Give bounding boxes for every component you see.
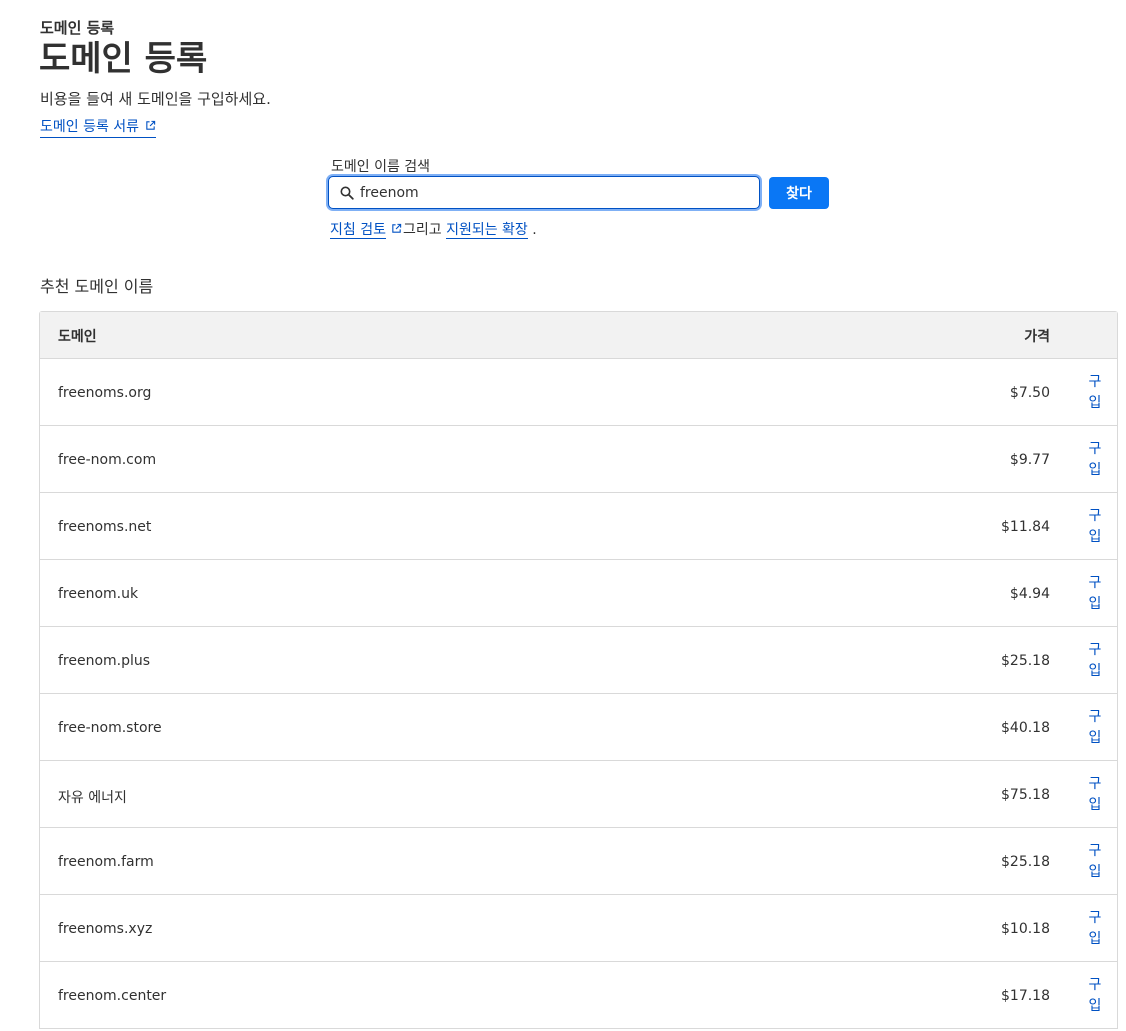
buy-link[interactable]: 구입: [1088, 707, 1102, 749]
domain-name-cell: freenom.uk: [58, 586, 139, 602]
guidelines-link[interactable]: 지침 검토: [330, 222, 386, 239]
domain-name-cell: freenoms.org: [58, 385, 152, 401]
table-row: free-nom.store $40.18 구입: [40, 694, 1117, 761]
domain-name-cell: freenom.plus: [58, 653, 151, 669]
buy-link[interactable]: 구입: [1088, 439, 1102, 481]
domain-search-box[interactable]: [328, 176, 760, 209]
domain-price-cell: $25.18: [1001, 653, 1050, 669]
buy-link[interactable]: 구입: [1088, 975, 1102, 1017]
table-row: freenom.center $17.18 구입: [40, 962, 1117, 1029]
domain-name-cell: freenom.farm: [58, 854, 154, 870]
column-header-price: 가격: [1024, 329, 1050, 345]
buy-link[interactable]: 구입: [1088, 372, 1102, 414]
external-link-icon: [392, 223, 402, 233]
registration-docs-link[interactable]: 도메인 등록 서류: [40, 118, 157, 138]
hint-period: .: [532, 222, 537, 238]
table-row: freenom.uk $4.94 구입: [40, 560, 1117, 627]
domain-price-cell: $9.77: [1009, 452, 1050, 468]
breadcrumb[interactable]: 도메인 등록: [40, 17, 114, 38]
page-title: 도메인 등록: [39, 39, 208, 79]
search-hint: 지침 검토 그리고 지원되는 확장 .: [330, 219, 537, 239]
domain-search-label: 도메인 이름 검색: [331, 159, 431, 175]
domain-search-input[interactable]: [360, 177, 750, 208]
suggested-domains-title: 추천 도메인 이름: [40, 277, 154, 296]
table-header: 도메인 가격: [40, 312, 1117, 359]
table-row: freenoms.xyz $10.18 구입: [40, 895, 1117, 962]
table-row: freenoms.net $11.84 구입: [40, 493, 1117, 560]
supported-extensions-link[interactable]: 지원되는 확장: [446, 222, 528, 239]
domain-price-cell: $40.18: [1001, 720, 1050, 736]
domain-name-cell: freenom.center: [58, 988, 167, 1004]
domain-price-cell: $11.84: [1001, 519, 1050, 535]
registration-docs-link-label: 도메인 등록 서류: [40, 119, 140, 135]
page-subtitle: 비용을 들여 새 도메인을 구입하세요.: [40, 90, 271, 108]
table-row: 자유 에너지 $75.18 구입: [40, 761, 1117, 828]
search-icon: [340, 186, 354, 200]
table-row: freenom.plus $25.18 구입: [40, 627, 1117, 694]
table-row: free-nom.com $9.77 구입: [40, 426, 1117, 493]
domain-price-cell: $4.94: [1009, 586, 1050, 602]
column-header-domain: 도메인: [58, 329, 97, 345]
domain-price-cell: $25.18: [1001, 854, 1050, 870]
search-button[interactable]: 찾다: [769, 177, 829, 209]
suggested-domains-table: 도메인 가격 freenoms.org $7.50 구입 free-nom.com $9…: [39, 311, 1118, 1029]
domain-price-cell: $17.18: [1001, 988, 1050, 1004]
buy-link[interactable]: 구입: [1088, 841, 1102, 883]
domain-price-cell: $10.18: [1001, 921, 1050, 937]
buy-link[interactable]: 구입: [1088, 774, 1102, 816]
domain-name-cell: free-nom.com: [58, 452, 157, 468]
hint-connector-text: 그리고: [402, 222, 442, 238]
domain-name-cell: 자유 에너지: [58, 790, 127, 806]
domain-name-cell: freenoms.net: [58, 519, 152, 535]
buy-link[interactable]: 구입: [1088, 506, 1102, 548]
domain-name-cell: freenoms.xyz: [58, 921, 153, 937]
buy-link[interactable]: 구입: [1088, 573, 1102, 615]
domain-price-cell: $7.50: [1009, 385, 1050, 401]
buy-link[interactable]: 구입: [1088, 908, 1102, 950]
table-row: freenom.farm $25.18 구입: [40, 828, 1117, 895]
domain-registration-page: 도메인 등록 도메인 등록 비용을 들여 새 도메인을 구입하세요. 도메인 등…: [0, 0, 1126, 1031]
table-row: freenoms.org $7.50 구입: [40, 359, 1117, 426]
table-body: freenoms.org $7.50 구입 free-nom.com $9.77 구입 fr…: [40, 359, 1117, 1029]
domain-name-cell: free-nom.store: [58, 720, 162, 736]
buy-link[interactable]: 구입: [1088, 640, 1102, 682]
domain-price-cell: $75.18: [1001, 787, 1050, 803]
external-link-icon: [146, 120, 156, 130]
